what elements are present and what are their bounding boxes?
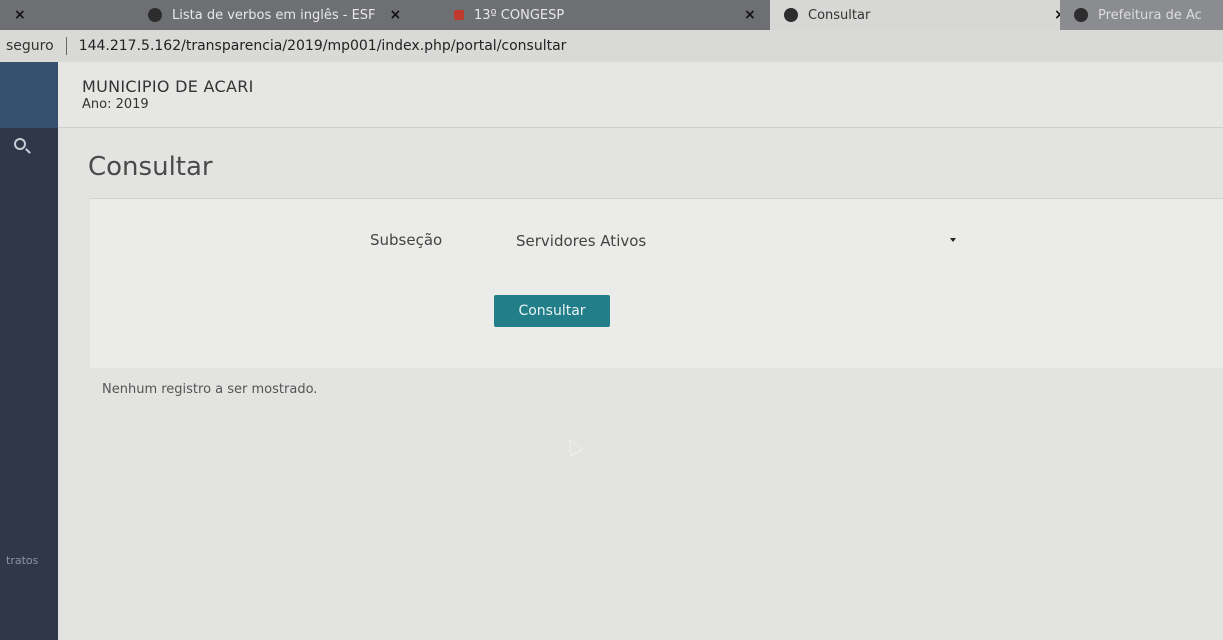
url-text[interactable]: 144.217.5.162/transparencia/2019/mp001/i… xyxy=(79,38,567,54)
subsecao-label: Subseção xyxy=(370,231,443,249)
tab-label: 13º CONGESP xyxy=(474,7,565,23)
empty-results-message: Nenhum registro a ser mostrado. xyxy=(102,382,318,397)
tab-favicon-icon xyxy=(148,8,162,22)
tab-prefeitura[interactable]: Prefeitura de Ac xyxy=(1060,0,1223,30)
search-form-panel: Subseção Servidores Ativos Consultar xyxy=(90,198,1223,368)
screen: × Lista de verbos em inglês - ESF × 13º … xyxy=(0,0,1223,640)
page-header: MUNICIPIO DE ACARI Ano: 2019 xyxy=(58,62,1223,128)
chevron-down-icon xyxy=(950,238,956,242)
main-content: Consultar Subseção Servidores Ativos Con… xyxy=(58,128,1223,640)
tab-congesp[interactable]: 13º CONGESP × xyxy=(440,0,770,30)
security-indicator[interactable]: seguro xyxy=(6,38,54,54)
tab-favicon-icon xyxy=(454,10,464,20)
browser-tab-strip: × Lista de verbos em inglês - ESF × 13º … xyxy=(0,0,1223,30)
close-tab-icon[interactable]: × xyxy=(744,7,756,23)
sidebar-item-contratos[interactable]: tratos xyxy=(6,554,38,567)
address-divider xyxy=(65,37,67,55)
year-label: Ano: 2019 xyxy=(82,97,149,112)
close-tab-icon[interactable]: × xyxy=(390,7,402,23)
tab-consultar[interactable]: Consultar × xyxy=(770,0,1060,30)
sidebar-logo[interactable] xyxy=(0,62,58,128)
subsecao-select[interactable]: Servidores Ativos xyxy=(516,226,956,256)
globe-icon xyxy=(1074,8,1088,22)
tab-1[interactable]: × xyxy=(0,0,140,30)
tab-label: Prefeitura de Ac xyxy=(1098,7,1202,23)
close-tab-icon[interactable]: × xyxy=(14,7,26,23)
page-title: Consultar xyxy=(88,152,213,182)
consultar-button[interactable]: Consultar xyxy=(494,295,610,327)
municipality-name: MUNICIPIO DE ACARI xyxy=(82,77,254,96)
tab-label: Lista de verbos em inglês - ESF xyxy=(172,7,376,23)
globe-icon xyxy=(784,8,798,22)
sidebar: tratos xyxy=(0,62,58,640)
subsecao-selected-value: Servidores Ativos xyxy=(516,232,647,250)
address-bar[interactable]: seguro 144.217.5.162/transparencia/2019/… xyxy=(0,30,1223,62)
tab-lista-de-verbos[interactable]: Lista de verbos em inglês - ESF × xyxy=(140,0,440,30)
search-icon[interactable] xyxy=(14,138,26,150)
tab-label: Consultar xyxy=(808,7,871,23)
